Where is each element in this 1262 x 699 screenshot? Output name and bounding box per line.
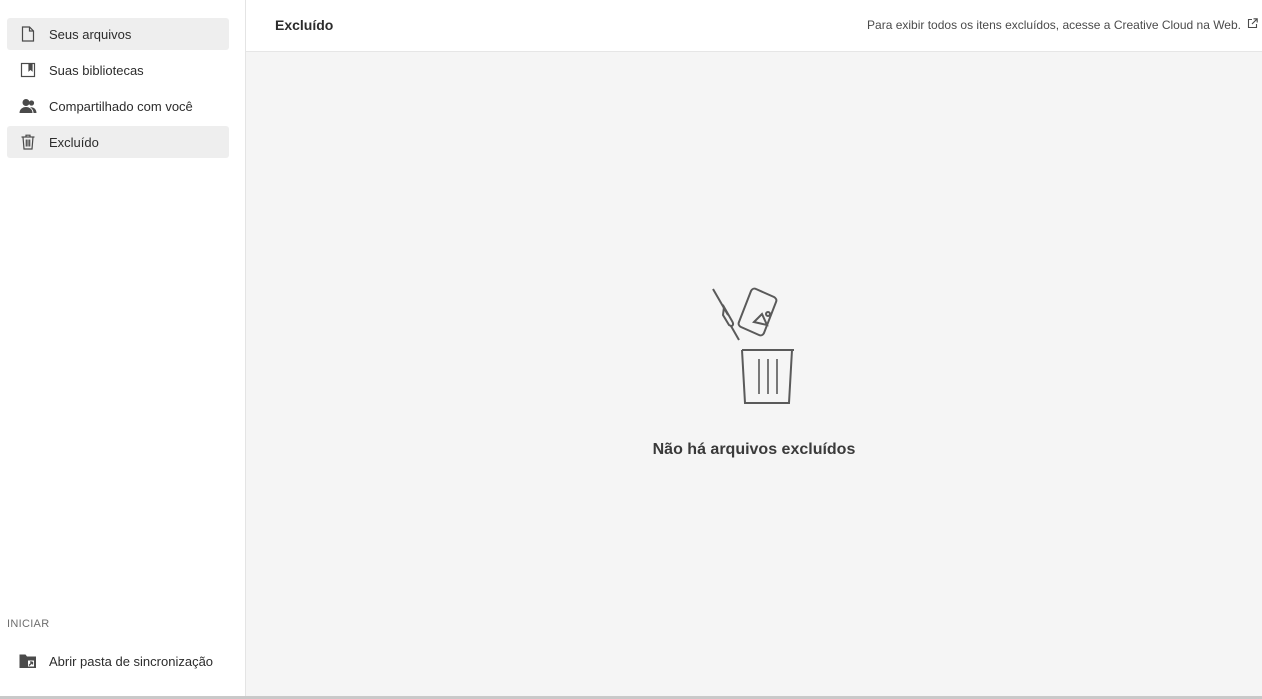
sidebar-item-compartilhado[interactable]: Compartilhado com você xyxy=(7,90,229,122)
link-text: Para exibir todos os itens excluídos, ac… xyxy=(867,18,1241,32)
main-content: Excluído Para exibir todos os itens excl… xyxy=(246,0,1262,696)
sidebar-item-label: Excluído xyxy=(49,134,99,150)
sidebar-item-excluido[interactable]: Excluído xyxy=(7,126,229,158)
external-link-icon xyxy=(1241,18,1258,32)
empty-trash-illustration xyxy=(712,287,794,404)
creative-cloud-web-link[interactable]: Para exibir todos os itens excluídos, ac… xyxy=(867,18,1258,32)
open-sync-folder-button[interactable]: Abrir pasta de sincronização xyxy=(7,645,229,677)
users-icon xyxy=(7,90,49,122)
sidebar-item-label: Compartilhado com você xyxy=(49,98,193,114)
file-icon xyxy=(7,18,49,50)
sidebar-item-label: Seus arquivos xyxy=(49,26,132,42)
empty-state: Não há arquivos excluídos xyxy=(246,285,1262,459)
sidebar-item-suas-bibliotecas[interactable]: Suas bibliotecas xyxy=(7,54,229,86)
page-title: Excluído xyxy=(275,17,334,33)
empty-state-message: Não há arquivos excluídos xyxy=(652,441,856,458)
sidebar-item-label: Suas bibliotecas xyxy=(49,62,144,78)
folder-sync-icon xyxy=(7,645,49,677)
section-label-iniciar: INICIAR xyxy=(7,618,50,630)
sidebar-nav: Seus arquivos Suas bibliotecas Compartil… xyxy=(7,18,229,162)
sidebar: Seus arquivos Suas bibliotecas Compartil… xyxy=(0,0,246,696)
trash-icon xyxy=(7,126,49,158)
sidebar-item-seus-arquivos[interactable]: Seus arquivos xyxy=(7,18,229,50)
app-window: Seus arquivos Suas bibliotecas Compartil… xyxy=(0,0,1262,699)
content-header: Excluído Para exibir todos os itens excl… xyxy=(246,0,1262,52)
sync-label: Abrir pasta de sincronização xyxy=(49,653,214,669)
library-icon xyxy=(7,54,49,86)
